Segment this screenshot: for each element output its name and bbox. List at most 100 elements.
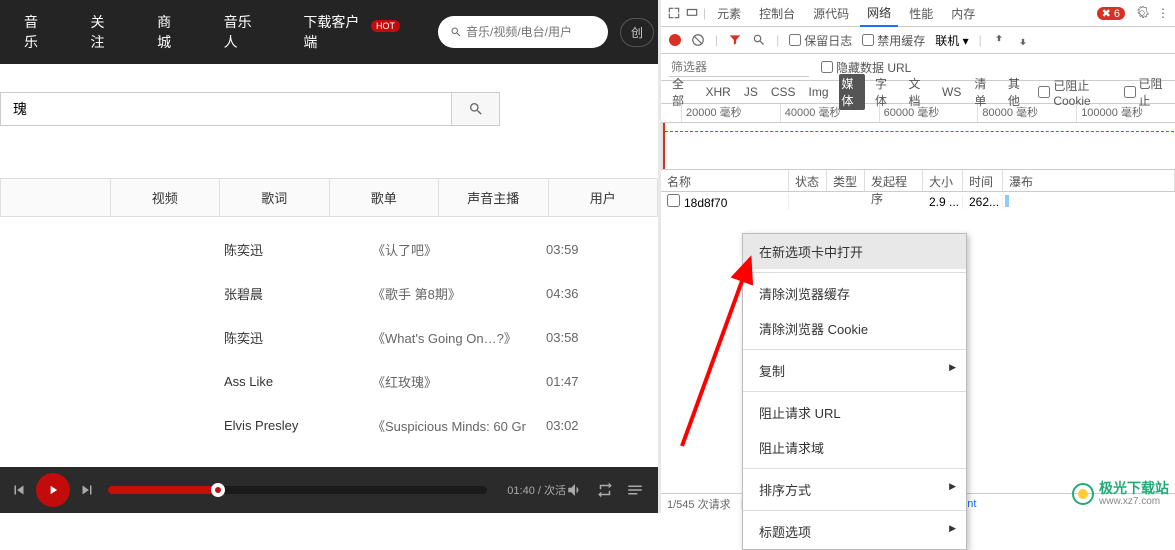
type-XHR[interactable]: XHR xyxy=(702,84,733,100)
search-icon[interactable] xyxy=(752,33,766,47)
dt-tab-network[interactable]: 网络 xyxy=(860,0,898,27)
result-tabs: 视频 歌词 歌单 声音主播 用户 xyxy=(0,178,658,217)
context-menu: 在新选项卡中打开清除浏览器缓存清除浏览器 Cookie 复制▶ 阻止请求 URL阻止… xyxy=(742,233,967,550)
download-icon[interactable] xyxy=(1016,33,1030,47)
device-icon[interactable] xyxy=(685,6,699,20)
col-type[interactable]: 类型 xyxy=(827,170,865,191)
song-row[interactable]: Ass Like《红玫瑰》01:47 xyxy=(0,359,658,403)
timeline-header: 20000 毫秒 40000 毫秒 60000 毫秒 80000 毫秒 1000… xyxy=(661,104,1175,123)
type-CSS[interactable]: CSS xyxy=(768,84,799,100)
clear-icon[interactable] xyxy=(691,33,705,47)
song-album[interactable]: 《What's Going On…?》 xyxy=(372,328,546,347)
song-artist: 张碧晨 xyxy=(224,284,372,303)
online-select[interactable]: 联机 ▾ xyxy=(935,32,968,49)
type-JS[interactable]: JS xyxy=(741,84,761,100)
tab-user[interactable]: 用户 xyxy=(549,179,658,216)
song-artist: Elvis Presley xyxy=(224,418,372,433)
inspect-icon[interactable] xyxy=(667,6,681,20)
main-search-input[interactable] xyxy=(1,93,451,125)
record-button[interactable] xyxy=(669,34,681,46)
type-Img[interactable]: Img xyxy=(806,84,832,100)
progress-bar[interactable] xyxy=(108,486,487,494)
song-artist: 陈奕迅 xyxy=(224,240,372,259)
tab-lyrics[interactable]: 歌词 xyxy=(220,179,330,216)
network-toolbar: | | 保留日志 禁用缓存 联机 ▾ | xyxy=(661,27,1175,54)
nav-follow[interactable]: 关注 xyxy=(71,0,138,64)
col-name[interactable]: 名称 xyxy=(661,170,789,191)
col-status[interactable]: 状态 xyxy=(789,170,827,191)
disable-cache-checkbox[interactable]: 禁用缓存 xyxy=(862,32,925,49)
type-WS[interactable]: WS xyxy=(939,84,964,100)
nav-search-input[interactable] xyxy=(466,25,596,39)
tab-0[interactable] xyxy=(1,179,111,216)
status-requests: 1/545 次请求 xyxy=(667,496,731,512)
tab-video[interactable]: 视频 xyxy=(111,179,221,216)
play-button[interactable] xyxy=(36,473,70,507)
menu-item[interactable]: 排序方式▶ xyxy=(743,472,966,507)
playlist-icon[interactable] xyxy=(626,481,644,499)
nav-download[interactable]: 下载客户端 HOT xyxy=(283,0,420,64)
song-artist: 陈奕迅 xyxy=(224,328,372,347)
filter-icon[interactable] xyxy=(728,33,742,47)
song-artist: Ass Like xyxy=(224,374,372,389)
upload-icon[interactable] xyxy=(992,33,1006,47)
song-album[interactable]: 《红玫瑰》 xyxy=(372,372,546,391)
preserve-log-checkbox[interactable]: 保留日志 xyxy=(789,32,852,49)
tab-playlist[interactable]: 歌单 xyxy=(330,179,440,216)
dt-tab-console[interactable]: 控制台 xyxy=(752,1,802,26)
nav-music[interactable]: 音乐 xyxy=(4,0,71,64)
gear-icon[interactable] xyxy=(1135,6,1149,20)
col-time[interactable]: 时间 xyxy=(963,170,1003,191)
tick-20000: 20000 毫秒 xyxy=(681,104,780,122)
create-button[interactable]: 创 xyxy=(620,18,654,47)
song-row[interactable]: 张碧晨《歌手 第8期》04:36 xyxy=(0,271,658,315)
dt-tab-performance[interactable]: 性能 xyxy=(902,1,940,26)
main-search xyxy=(0,92,500,126)
menu-item[interactable]: 复制▶ xyxy=(743,353,966,388)
watermark: 极光下载站www.xz7.com xyxy=(1071,481,1169,507)
hide-data-urls-checkbox[interactable]: 隐藏数据 URL xyxy=(821,59,911,76)
dt-tab-sources[interactable]: 源代码 xyxy=(806,1,856,26)
col-size[interactable]: 大小 xyxy=(923,170,963,191)
tick-80000: 80000 毫秒 xyxy=(977,104,1076,122)
menu-item[interactable]: 在新选项卡中打开 xyxy=(743,234,966,269)
timeline-overview[interactable] xyxy=(661,123,1175,170)
loop-icon[interactable] xyxy=(596,481,614,499)
song-album[interactable]: 《歌手 第8期》 xyxy=(372,284,546,303)
main-search-button[interactable] xyxy=(451,93,499,125)
dt-tab-memory[interactable]: 内存 xyxy=(944,1,982,26)
tick-40000: 40000 毫秒 xyxy=(780,104,879,122)
nav-shop[interactable]: 商城 xyxy=(137,0,204,64)
network-row[interactable]: 18d8f70 2.9 ... 262... xyxy=(661,192,1175,212)
dt-tab-elements[interactable]: 元素 xyxy=(710,1,748,26)
song-row[interactable]: 陈奕迅《What's Going On…?》03:58 xyxy=(0,315,658,359)
song-duration: 01:47 xyxy=(546,374,606,389)
error-badge[interactable]: ✖ 6 xyxy=(1097,7,1125,20)
song-album[interactable]: 《Suspicious Minds: 60 Gr xyxy=(372,416,546,435)
menu-item[interactable]: 标题选项▶ xyxy=(743,514,966,549)
tick-100000: 100000 毫秒 xyxy=(1076,104,1175,122)
resource-type-filter: 全部XHRJSCSSImg媒体字体文档WS清单其他已阻止 Cookie已阻止 xyxy=(661,81,1175,104)
song-row[interactable]: Elvis Presley《Suspicious Minds: 60 Gr03:… xyxy=(0,403,658,447)
song-row[interactable]: 陈奕迅《认了吧》03:59 xyxy=(0,227,658,271)
blocked-cookie-checkbox[interactable]: 已阻止 Cookie xyxy=(1038,77,1116,108)
song-list: 陈奕迅《认了吧》03:59张碧晨《歌手 第8期》04:36陈奕迅《What's … xyxy=(0,227,658,447)
col-waterfall[interactable]: 瀑布 xyxy=(1003,170,1175,191)
song-album[interactable]: 《认了吧》 xyxy=(372,240,546,259)
menu-item[interactable]: 清除浏览器缓存 xyxy=(743,276,966,311)
prev-icon[interactable] xyxy=(10,481,28,499)
nav-search-box[interactable] xyxy=(438,16,608,48)
network-table-header: 名称 状态 类型 发起程序 大小 时间 瀑布 xyxy=(661,170,1175,192)
devtools-tabs: | 元素 控制台 源代码 网络 性能 内存 ✖ 6 ⋮ xyxy=(661,0,1175,27)
nav-musician[interactable]: 音乐人 xyxy=(204,0,284,64)
menu-item[interactable]: 阻止请求域 xyxy=(743,430,966,465)
menu-item[interactable]: 阻止请求 URL xyxy=(743,395,966,430)
menu-item[interactable]: 清除浏览器 Cookie xyxy=(743,311,966,346)
volume-icon[interactable] xyxy=(566,481,584,499)
col-initiator[interactable]: 发起程序 xyxy=(865,170,923,191)
tab-podcast[interactable]: 声音主播 xyxy=(439,179,549,216)
play-icon xyxy=(46,483,60,497)
next-icon[interactable] xyxy=(78,481,96,499)
song-duration: 03:58 xyxy=(546,330,606,345)
tick-60000: 60000 毫秒 xyxy=(879,104,978,122)
